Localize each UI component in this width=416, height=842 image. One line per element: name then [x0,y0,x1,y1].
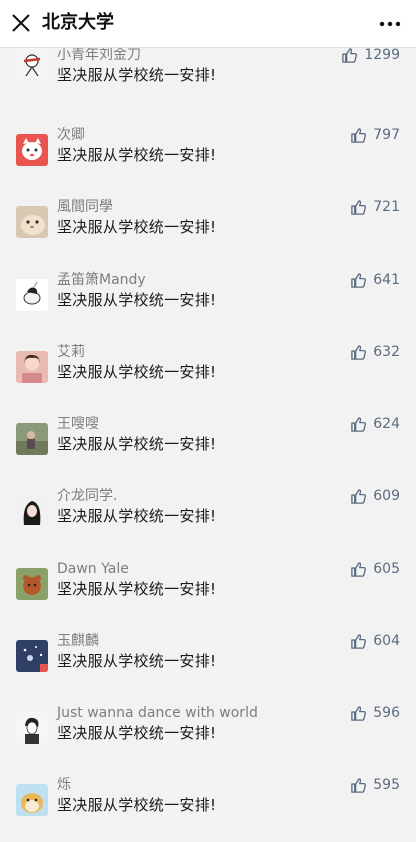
avatar[interactable] [16,568,48,600]
thumbs-up-icon [351,561,367,577]
like-button[interactable]: 641 [350,270,400,290]
avatar[interactable] [16,351,48,383]
thumbs-up-icon [351,127,367,143]
like-count: 605 [373,561,400,577]
thumbs-up-icon [351,633,367,649]
page-title: 北京大学 [42,12,114,33]
comment-text: 坚决服从学校统一安排! [57,435,217,453]
thumbs-up-icon [342,47,358,63]
like-count: 609 [373,488,400,504]
avatar[interactable] [16,423,48,455]
comment-item[interactable]: 介龙同学. 坚决服从学校统一安排! 609 [0,481,416,553]
comment-item[interactable]: Just wanna dance with world 坚决服从学校统一安排! 59… [0,698,416,770]
like-count: 624 [373,416,400,432]
like-count: 641 [373,272,400,288]
avatar[interactable] [16,495,48,527]
like-button[interactable]: 605 [350,559,400,579]
like-count: 595 [373,777,400,793]
commenter-name[interactable]: 玉麒麟 [57,632,99,650]
comment-text: 坚决服从学校统一安排! [57,652,217,670]
commenter-name[interactable]: 烁 [57,776,71,794]
thumbs-up-icon [351,777,367,793]
comment-text: 坚决服从学校统一安排! [57,291,217,309]
comment-item[interactable]: 孟笛箫Mandy 坚决服从学校统一安排! 641 [0,265,416,337]
comment-text: 坚决服从学校统一安排! [57,218,217,236]
top-bar: 北京大学 [0,0,416,48]
comment-item[interactable]: 烁坚决服从学校统一安排! 595 [0,770,416,842]
comment-text: 坚决服从学校统一安排! [57,507,217,525]
like-button[interactable]: 604 [350,631,400,651]
commenter-name[interactable]: 介龙同学. [57,487,117,505]
like-count: 1299 [364,47,400,63]
commenter-name[interactable]: 次卿 [57,126,85,144]
avatar[interactable] [16,640,48,672]
thumbs-up-icon [351,272,367,288]
close-icon[interactable] [10,12,32,34]
more-icon[interactable] [378,14,402,34]
commenter-name[interactable]: 艾莉 [57,343,85,361]
avatar[interactable] [16,206,48,238]
comment-item[interactable]: Dawn Yale 坚决服从学校统一安排! 605 [0,554,416,626]
avatar[interactable] [16,784,48,816]
thumbs-up-icon [351,344,367,360]
commenter-name[interactable]: Dawn Yale [57,560,129,578]
like-button[interactable]: 624 [350,414,400,434]
thumbs-up-icon [351,416,367,432]
commenter-name[interactable]: 王嗖嗖 [57,415,99,433]
avatar[interactable] [16,134,48,166]
like-count: 596 [373,705,400,721]
comment-item[interactable]: 艾莉坚决服从学校统一安排! 632 [0,337,416,409]
avatar[interactable] [16,48,48,80]
like-count: 632 [373,344,400,360]
like-count: 797 [373,127,400,143]
like-button[interactable]: 721 [350,197,400,217]
like-button[interactable]: 632 [350,342,400,362]
avatar[interactable] [16,279,48,311]
like-button[interactable]: 595 [350,775,400,795]
like-count: 721 [373,199,400,215]
like-button[interactable]: 609 [350,486,400,506]
comment-text: 坚决服从学校统一安排! [57,724,217,742]
comment-item[interactable]: 風間同學坚决服从学校统一安排! 721 [0,192,416,264]
thumbs-up-icon [351,705,367,721]
comment-text: 坚决服从学校统一安排! [57,580,217,598]
like-count: 604 [373,633,400,649]
like-button[interactable]: 797 [350,125,400,145]
comment-text: 坚决服从学校统一安排! [57,146,217,164]
commenter-name[interactable]: 小青年刘金刀 [57,46,141,64]
comment-text: 坚决服从学校统一安排! [57,796,217,814]
comment-item[interactable]: 次卿坚决服从学校统一安排! 797 [0,120,416,192]
commenter-name[interactable]: 風間同學 [57,198,113,216]
like-button[interactable]: 596 [350,703,400,723]
comment-text: 坚决服从学校统一安排! [57,363,217,381]
thumbs-up-icon [351,199,367,215]
comment-text: 坚决服从学校统一安排! [57,66,217,84]
commenter-name[interactable]: 孟笛箫Mandy [57,271,146,289]
avatar[interactable] [16,712,48,744]
comment-item[interactable]: 玉麒麟坚决服从学校统一安排! 604 [0,626,416,698]
commenter-name[interactable]: Just wanna dance with world [57,704,258,722]
thumbs-up-icon [351,488,367,504]
comment-item[interactable]: 王嗖嗖坚决服从学校统一安排! 624 [0,409,416,481]
like-button[interactable]: 1299 [341,45,400,65]
comment-item[interactable]: 小青年刘金刀坚决服从学校统一安排! 1299 [0,40,416,112]
